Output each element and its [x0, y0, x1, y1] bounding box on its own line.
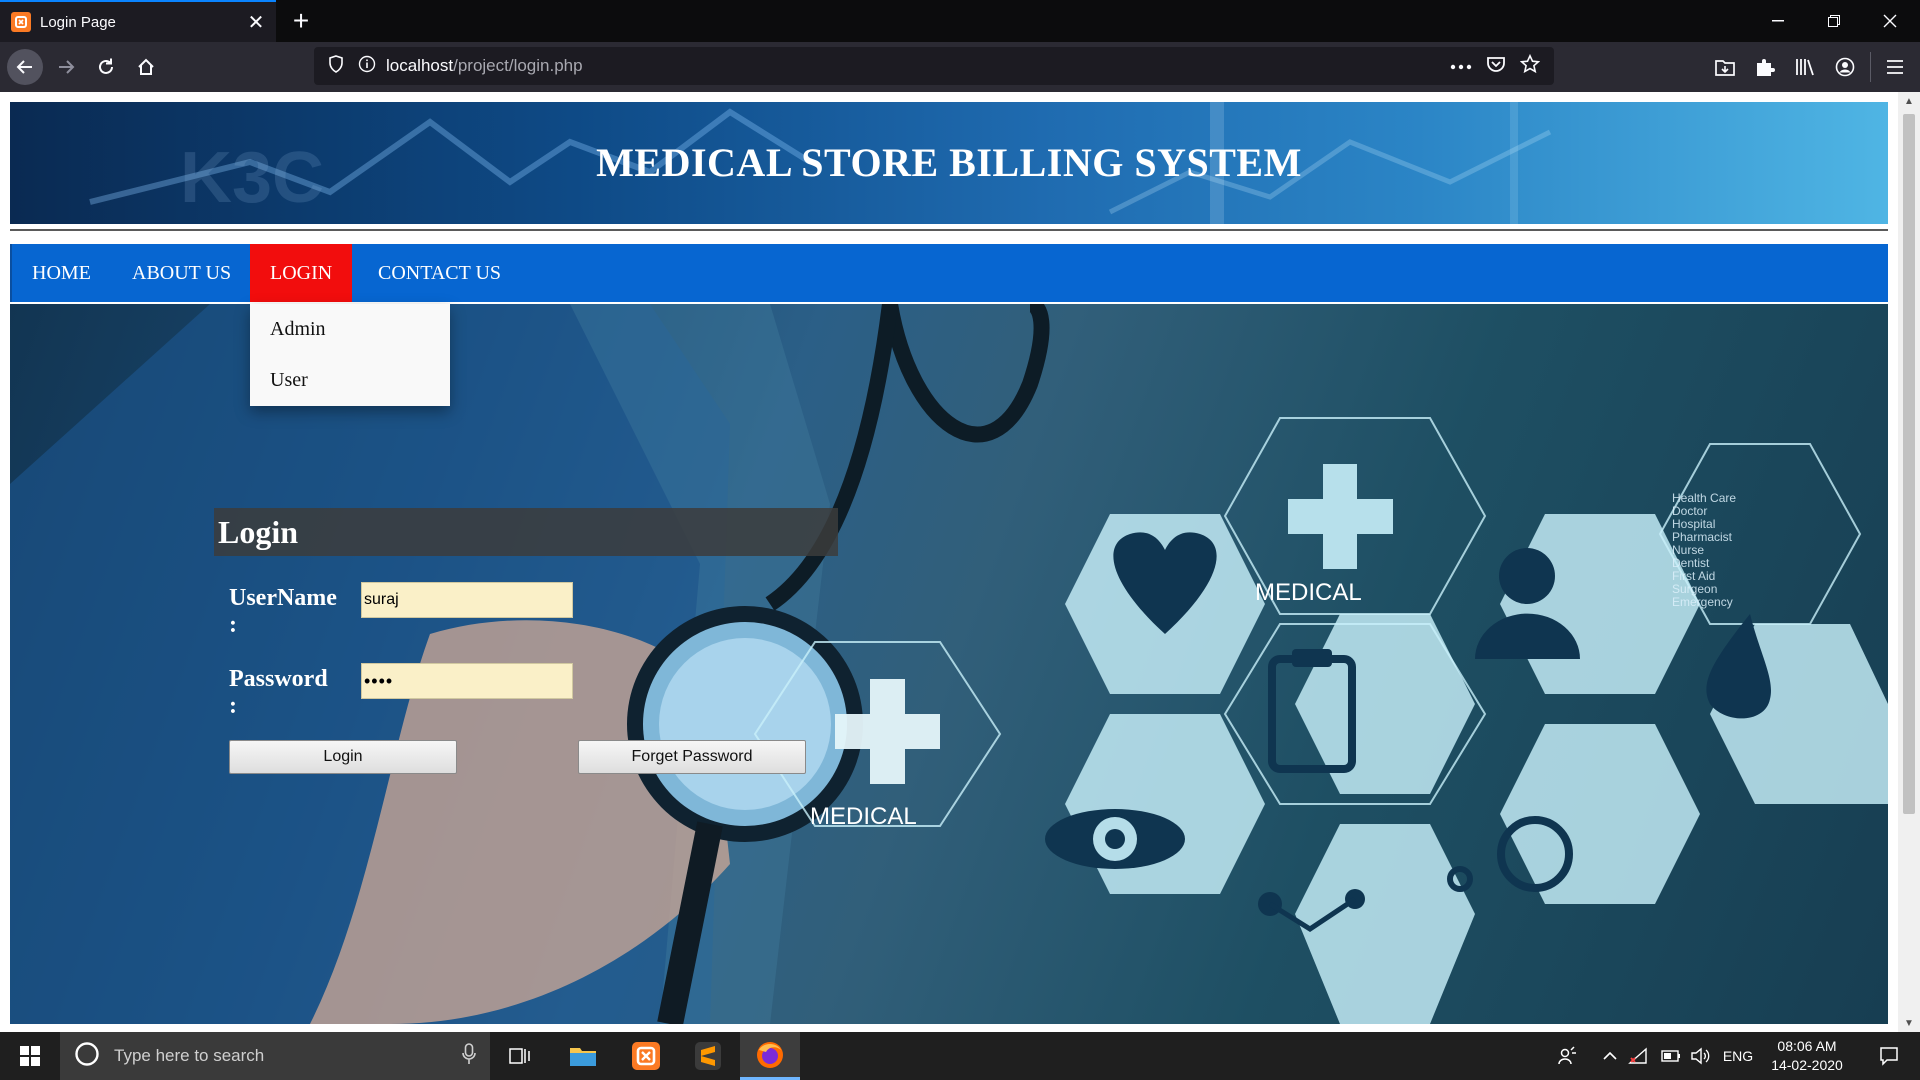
taskbar-search-box[interactable]: Type here to search — [60, 1032, 490, 1080]
windows-start-icon[interactable] — [0, 1032, 60, 1080]
side-list-item: Emergency — [1672, 595, 1733, 609]
login-dropdown-menu: Admin User — [250, 304, 450, 406]
side-list-item: Pharmacist — [1672, 530, 1733, 544]
bookmark-star-icon[interactable] — [1519, 53, 1541, 79]
page-actions-ellipsis-icon[interactable] — [1450, 57, 1472, 75]
side-list-item: Nurse — [1672, 543, 1704, 557]
cortana-circle-icon — [74, 1041, 100, 1072]
nav-home[interactable]: HOME — [12, 244, 111, 302]
horizontal-rule — [10, 229, 1888, 231]
side-list-item: Dentist — [1672, 556, 1710, 570]
restore-icon[interactable] — [1806, 0, 1862, 42]
dropdown-item-user[interactable]: User — [250, 355, 450, 406]
minimize-icon[interactable] — [1750, 0, 1806, 42]
password-label: Password : — [229, 666, 328, 719]
login-title: Login — [218, 514, 299, 550]
side-list-item: Surgeon — [1672, 582, 1717, 596]
url-bar[interactable]: localhost/project/login.php — [314, 47, 1554, 85]
page-scrollbar[interactable]: ▲ ▼ — [1898, 92, 1920, 1032]
language-indicator[interactable]: ENG — [1718, 1032, 1758, 1080]
tab-title: Login Page — [40, 13, 116, 31]
new-tab-icon[interactable]: + — [286, 7, 316, 37]
page-title: MEDICAL STORE BILLING SYSTEM — [596, 140, 1302, 185]
url-text[interactable]: localhost/project/login.php — [386, 56, 583, 76]
dropdown-item-admin[interactable]: Admin — [250, 304, 450, 355]
hamburger-menu-icon[interactable] — [1880, 52, 1910, 82]
home-icon[interactable] — [128, 49, 164, 85]
windows-taskbar: Type here to search ENG 08:06 AM 14-02-2… — [0, 1032, 1920, 1080]
xampp-favicon-icon — [11, 12, 31, 32]
library-icon[interactable] — [1790, 52, 1820, 82]
side-list-item: Hospital — [1672, 517, 1715, 531]
scroll-up-arrow-icon[interactable]: ▲ — [1898, 92, 1920, 110]
url-host: localhost — [386, 56, 454, 75]
browser-tab[interactable]: Login Page ✕ — [0, 0, 276, 42]
side-list-item: First Aid — [1672, 569, 1715, 583]
side-list-item: Health Care — [1672, 491, 1736, 505]
task-view-icon[interactable] — [490, 1032, 550, 1080]
password-field[interactable] — [361, 663, 573, 699]
clock-date: 14-02-2020 — [1771, 1057, 1843, 1073]
clock-time: 08:06 AM — [1777, 1038, 1837, 1054]
file-explorer-icon[interactable] — [553, 1032, 613, 1080]
people-icon[interactable] — [1552, 1032, 1582, 1080]
main-nav-menu: HOME ABOUT US LOGIN CONTACT US — [10, 244, 1888, 302]
medical-illustration: MEDICAL MEDICAL Health Care Doctor Hospi… — [10, 304, 1888, 1024]
scroll-down-arrow-icon[interactable]: ▼ — [1898, 1014, 1920, 1032]
toolbar-divider — [1870, 52, 1871, 82]
forget-password-button[interactable]: Forget Password — [578, 740, 806, 774]
header-banner: K3C MEDICAL STORE BILLING SYSTEM — [10, 102, 1888, 224]
side-list: Health Care Doctor Hospital Pharmacist N… — [1672, 491, 1736, 609]
login-button[interactable]: Login — [229, 740, 457, 774]
nav-login[interactable]: LOGIN — [250, 244, 353, 302]
nav-about-us[interactable]: ABOUT US — [112, 244, 251, 302]
site-info-icon[interactable] — [358, 55, 376, 78]
side-list-item: Doctor — [1672, 504, 1707, 518]
login-header: Login — [214, 508, 838, 556]
hero-background-image: MEDICAL MEDICAL Health Care Doctor Hospi… — [10, 304, 1888, 1024]
show-hidden-icons-chevron-icon[interactable] — [1598, 1032, 1622, 1080]
page-viewport: K3C MEDICAL STORE BILLING SYSTEM HOME AB… — [0, 92, 1920, 1032]
reload-icon[interactable] — [88, 49, 124, 85]
pocket-icon[interactable] — [1486, 54, 1506, 79]
network-warning-icon[interactable] — [1626, 1032, 1650, 1080]
extensions-puzzle-icon[interactable] — [1750, 52, 1780, 82]
battery-icon[interactable] — [1660, 1032, 1682, 1080]
close-tab-icon[interactable]: ✕ — [242, 8, 270, 36]
username-label: UserName : — [229, 585, 337, 638]
nav-contact-us[interactable]: CONTACT US — [358, 244, 521, 302]
taskbar-clock[interactable]: 08:06 AM 14-02-2020 — [1762, 1037, 1852, 1075]
url-path: /project/login.php — [453, 56, 583, 75]
hex-label-medical-1: MEDICAL — [1255, 579, 1362, 606]
browser-tab-bar: Login Page ✕ + — [0, 0, 1920, 42]
xampp-app-icon[interactable] — [616, 1032, 676, 1080]
tracking-shield-icon[interactable] — [328, 54, 344, 78]
account-icon[interactable] — [1830, 52, 1860, 82]
action-center-notification-icon[interactable] — [1866, 1032, 1912, 1080]
taskbar-search-placeholder: Type here to search — [114, 1046, 265, 1065]
scroll-thumb[interactable] — [1903, 114, 1915, 814]
hex-label-medical-2: MEDICAL — [810, 803, 917, 830]
microphone-icon[interactable] — [462, 1042, 476, 1070]
browser-navigation-bar: localhost/project/login.php — [0, 42, 1920, 92]
downloads-folder-icon[interactable] — [1710, 52, 1740, 82]
sublime-text-icon[interactable] — [678, 1032, 738, 1080]
volume-icon[interactable] — [1688, 1032, 1712, 1080]
firefox-app-icon[interactable] — [740, 1032, 800, 1080]
back-arrow-icon[interactable] — [7, 49, 43, 85]
username-field[interactable] — [361, 582, 573, 618]
forward-arrow-icon[interactable] — [48, 49, 84, 85]
close-window-icon[interactable] — [1862, 0, 1918, 42]
